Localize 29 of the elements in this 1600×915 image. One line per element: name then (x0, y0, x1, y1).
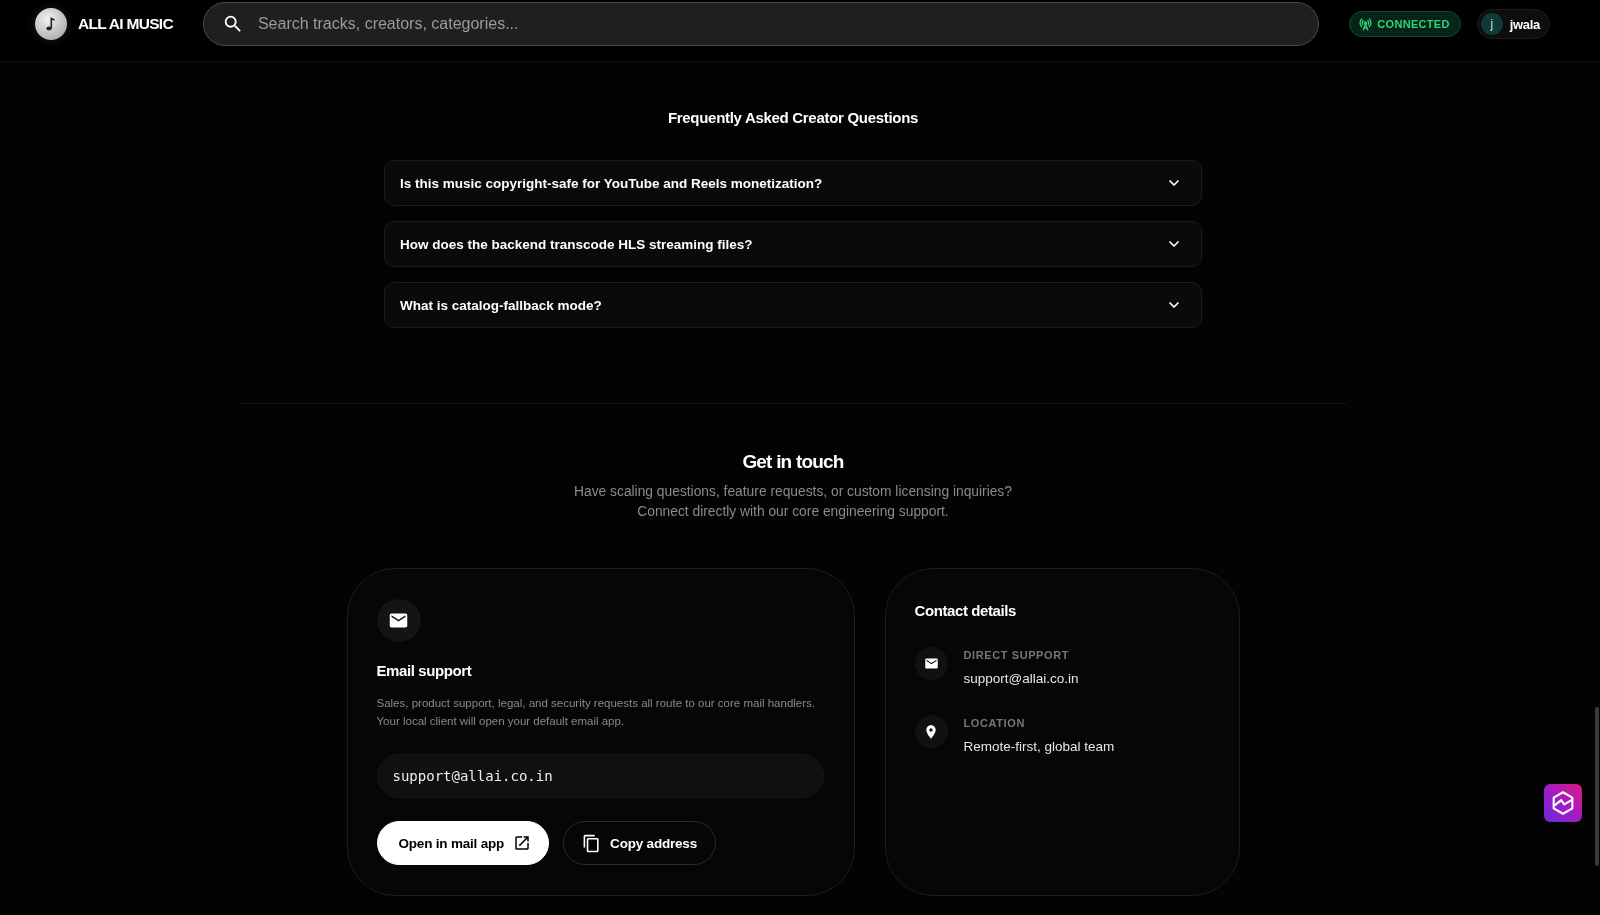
location-pin-icon (914, 715, 948, 748)
email-address-field[interactable]: support@allai.co.in (376, 754, 824, 798)
faq-question[interactable]: How does the backend transcode HLS streaming files? (384, 221, 1202, 267)
detail-label: LOCATION (963, 716, 1026, 730)
detail-value: support@allai.co.in (963, 670, 1079, 688)
faq-question[interactable]: What is catalog-fallback mode? (384, 282, 1202, 328)
detail-label: DIRECT SUPPORT (963, 648, 1071, 662)
mail-icon (376, 599, 421, 642)
music-note-icon (35, 8, 67, 40)
faq-heading: Frequently Asked Creator Questions (667, 108, 919, 128)
mail-icon (914, 647, 948, 680)
contact-heading: Get in touch (742, 450, 844, 474)
external-link-icon (513, 834, 532, 852)
card-title: Contact details (914, 601, 1018, 621)
user-menu-button[interactable]: j jwala (1476, 9, 1550, 39)
brand-name: ALL AI MUSIC (78, 15, 173, 33)
scrollbar-thumb[interactable] (1595, 707, 1599, 866)
search-field[interactable]: Search tracks, creators, categories... (202, 2, 1320, 46)
contact-subtitle: Have scaling questions, feature requests, or custom licensing inquiries? Connect directly with our core engineering support. (573, 483, 1013, 521)
copy-icon (582, 833, 602, 853)
connection-status-badge: CONNECTED (1349, 11, 1461, 37)
card-title: Email support (376, 661, 473, 681)
card-description: Sales, product support, legal, and security requests all route to our core mail handlers. Your local client will open your default email app. (376, 696, 816, 729)
open-mail-button[interactable]: Open in mail app (376, 821, 550, 865)
detail-value: Remote-first, global team (963, 738, 1115, 756)
antenna-icon (1359, 17, 1373, 31)
hexagon-logo-icon[interactable] (1544, 784, 1582, 822)
faq-question[interactable]: Is this music copyright-safe for YouTube and Reels monetization? (384, 160, 1202, 206)
user-avatar: j (1480, 13, 1503, 35)
